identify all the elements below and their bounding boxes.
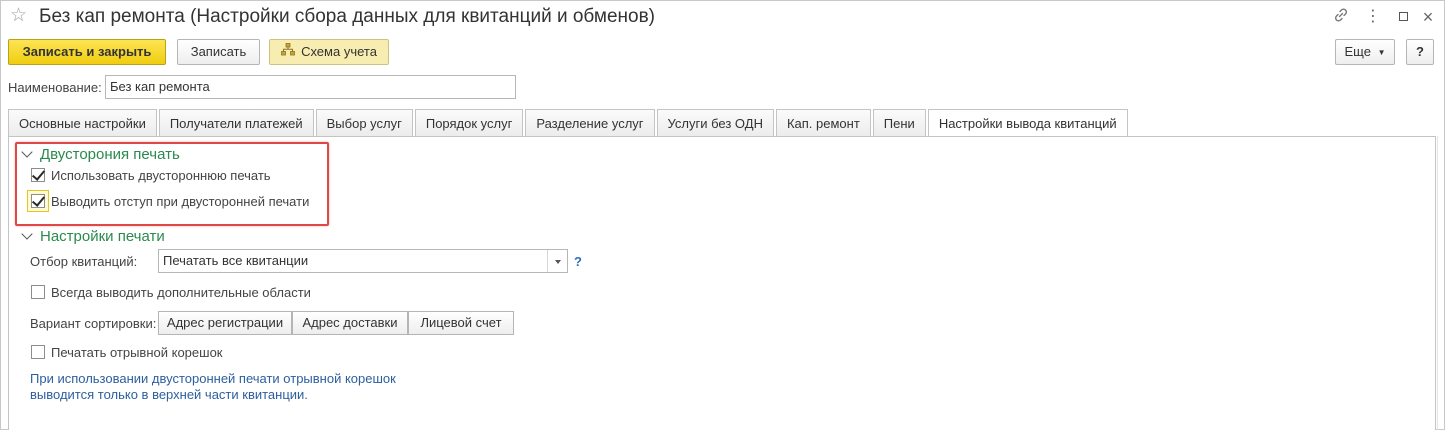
schema-button[interactable]: Схема учета <box>269 39 389 65</box>
close-icon[interactable]: × <box>1418 7 1438 27</box>
more-label: Еще <box>1344 44 1371 59</box>
save-and-close-label: Записать и закрыть <box>22 44 152 59</box>
stub-checkbox[interactable] <box>31 345 45 359</box>
tab-main-settings[interactable]: Основные настройки <box>8 109 157 136</box>
save-label: Записать <box>190 44 247 59</box>
hierarchy-icon <box>281 40 295 64</box>
name-label: Наименование: <box>8 80 102 95</box>
tab-services-selection[interactable]: Выбор услуг <box>315 109 413 136</box>
sort-option-personal-account[interactable]: Лицевой счет <box>408 311 514 335</box>
extra-areas-checkbox[interactable] <box>31 285 45 299</box>
chevron-down-icon[interactable] <box>547 250 567 272</box>
help-button[interactable]: ? <box>1406 39 1434 65</box>
tab-strip: Основные настройки Получатели платежей В… <box>8 109 1130 137</box>
extra-areas-label: Всегда выводить дополнительные области <box>51 285 311 300</box>
info-note-line-1: При использовании двусторонней печати от… <box>30 371 396 386</box>
duplex-group-title: Двусторония печать <box>40 146 180 163</box>
name-input[interactable]: Без кап ремонта <box>105 75 516 99</box>
duplex-group-header[interactable]: Двусторония печать <box>21 146 180 164</box>
help-label: ? <box>1416 44 1424 59</box>
filter-help-link[interactable]: ? <box>574 254 582 269</box>
print-group-header[interactable]: Настройки печати <box>21 228 165 246</box>
indent-duplex-label: Выводить отступ при двусторонней печати <box>51 194 310 209</box>
more-button[interactable]: Еще ▼ <box>1335 39 1395 65</box>
link-icon[interactable] <box>1331 7 1351 27</box>
save-and-close-button[interactable]: Записать и закрыть <box>8 39 166 65</box>
tab-services-order[interactable]: Порядок услуг <box>414 109 524 136</box>
sort-option-registration-address[interactable]: Адрес регистрации <box>158 311 292 335</box>
indent-duplex-checkbox[interactable] <box>31 194 45 208</box>
filter-label: Отбор квитанций: <box>30 254 138 269</box>
window-title: Без кап ремонта (Настройки сбора данных … <box>39 6 655 27</box>
more-vertical-icon[interactable]: ⋮ <box>1363 7 1383 27</box>
tab-penalties[interactable]: Пени <box>872 109 926 136</box>
sort-option-delivery-address[interactable]: Адрес доставки <box>292 311 408 335</box>
schema-label: Схема учета <box>301 44 377 59</box>
sort-label: Вариант сортировки: <box>30 316 157 331</box>
chevron-down-icon <box>21 228 33 240</box>
print-group-title: Настройки печати <box>40 228 165 245</box>
tab-services-no-odn[interactable]: Услуги без ОДН <box>656 109 774 136</box>
filter-value: Печатать все квитанции <box>163 253 309 268</box>
tab-services-split[interactable]: Разделение услуг <box>525 109 655 136</box>
tab-payment-recipients[interactable]: Получатели платежей <box>158 109 314 136</box>
tab-capital-repair[interactable]: Кап. ремонт <box>775 109 871 136</box>
info-note-line-2: выводится только в верхней части квитанц… <box>30 387 308 402</box>
chevron-down-icon <box>21 146 33 158</box>
star-icon[interactable]: ☆ <box>10 6 27 26</box>
scrollbar[interactable] <box>1437 136 1444 430</box>
save-button[interactable]: Записать <box>177 39 260 65</box>
tab-receipt-output-settings[interactable]: Настройки вывода квитанций <box>927 109 1128 137</box>
use-duplex-checkbox[interactable] <box>31 168 45 182</box>
use-duplex-label: Использовать двустороннюю печать <box>51 168 271 183</box>
stub-label: Печатать отрывной корешок <box>51 345 223 360</box>
dropdown-arrow-icon: ▼ <box>1377 48 1386 57</box>
filter-select[interactable]: Печатать все квитанции <box>158 249 568 273</box>
title-bar: ☆ Без кап ремонта (Настройки сбора данны… <box>1 1 1444 33</box>
maximize-icon[interactable] <box>1393 7 1413 27</box>
